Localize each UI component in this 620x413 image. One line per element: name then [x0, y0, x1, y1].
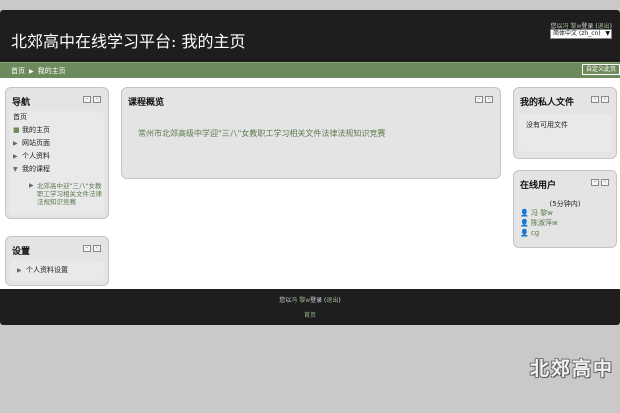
nav-item-label: 网站页面	[22, 139, 50, 147]
bullet-icon: ■	[13, 126, 20, 134]
expand-arrow-icon: ▶	[13, 153, 18, 160]
user-icon: 👤	[520, 229, 529, 237]
expand-arrow-icon: ▶	[29, 182, 34, 189]
user-icon: 👤	[520, 219, 529, 227]
customize-page-button[interactable]: 自定义此页	[582, 64, 620, 75]
nav-item-label: 个人资料	[22, 152, 50, 160]
page-header: 北郊高中在线学习平台: 我的主页 您以冯 黎w登录 (退出) 简体中文 (zh_…	[0, 10, 620, 62]
footer-login-mid: 登录 (	[310, 297, 327, 304]
dock-icon[interactable]: ‹	[485, 96, 493, 103]
online-user-name: 冯 黎w	[530, 209, 553, 217]
watermark: 北郊高中	[529, 358, 614, 380]
page-footer: 您以冯 黎w登录 (退出) 首页	[0, 289, 620, 325]
collapse-arrow-icon: ▼	[13, 166, 18, 173]
online-user-name: cg	[530, 229, 540, 237]
course-overview-title: 课程概览	[128, 98, 165, 108]
expand-arrow-icon: ▶	[17, 267, 22, 274]
dock-icon[interactable]: ‹	[93, 245, 101, 252]
nav-item-home[interactable]: 首页	[10, 111, 104, 124]
private-files-content: 没有可用文件	[518, 114, 612, 152]
nav-item-profile[interactable]: ▶ 个人资料	[10, 150, 104, 163]
minimize-icon[interactable]: –	[591, 179, 599, 186]
footer-login-suffix: )	[338, 297, 341, 304]
block-controls: – ‹	[591, 96, 609, 103]
block-controls: – ‹	[83, 96, 101, 103]
settings-list: ▶ 个人资料设置	[10, 261, 104, 274]
nav-item-my-courses[interactable]: ▼ 我的课程	[10, 163, 104, 176]
site-title: 北郊高中在线学习平台: 我的主页	[11, 32, 246, 51]
online-user-name: 陈淑萍w	[530, 219, 558, 227]
user-icon: 👤	[520, 209, 529, 217]
expand-arrow-icon: ▶	[13, 140, 18, 147]
minimize-icon[interactable]: –	[591, 96, 599, 103]
private-files-block: 我的私人文件 – ‹ 没有可用文件	[513, 87, 617, 159]
nav-course-link[interactable]: 北郊高中迎"三八"女教职工学习相关文件法律法规知识竞赛	[37, 182, 107, 206]
block-controls: – ‹	[591, 179, 609, 186]
private-files-title: 我的私人文件	[520, 98, 575, 108]
footer-login-info: 您以冯 黎w登录 (退出)	[0, 295, 620, 304]
dock-icon[interactable]: ‹	[601, 96, 609, 103]
minimize-icon[interactable]: –	[475, 96, 483, 103]
navigation-block-title: 导航	[12, 98, 31, 108]
dock-icon[interactable]: ‹	[93, 96, 101, 103]
breadcrumb-home-link[interactable]: 首页	[11, 67, 25, 75]
navigation-content: 首页 ■ 我的主页 ▶ 网站页面 ▶ 个人资料 ▼ 我的课程 ▶ 北郊高中迎"三八"女教…	[10, 111, 104, 215]
footer-login-prefix: 您以	[279, 297, 292, 304]
online-users-list: 👤 冯 黎w 👤 陈淑萍w 👤 cg	[520, 208, 558, 238]
settings-item-label: 个人资料设置	[26, 266, 68, 274]
nav-item-label: 我的课程	[22, 165, 50, 173]
footer-home-link[interactable]: 首页	[0, 310, 620, 319]
minimize-icon[interactable]: –	[83, 245, 91, 252]
no-files-text: 没有可用文件	[526, 121, 568, 129]
navigation-block: 导航 – ‹ 首页 ■ 我的主页 ▶ 网站页面 ▶ 个人资料 ▼ 我的课程 ▶ 北郊高中…	[5, 87, 109, 219]
breadcrumb: 首页 ▶ 我的主页	[11, 66, 66, 76]
nav-item-label: 我的主页	[22, 126, 50, 134]
online-user[interactable]: 👤 冯 黎w	[520, 208, 558, 218]
settings-block-title: 设置	[12, 247, 31, 257]
settings-block: 设置 – ‹ ▶ 个人资料设置	[5, 236, 109, 286]
online-users-block: 在线用户 – ‹ (5分钟内) 👤 冯 黎w 👤 陈淑萍w 👤 cg	[513, 170, 617, 248]
page-frame: 北郊高中在线学习平台: 我的主页 您以冯 黎w登录 (退出) 简体中文 (zh_…	[0, 10, 620, 325]
navigation-list: 首页 ■ 我的主页 ▶ 网站页面 ▶ 个人资料 ▼ 我的课程	[10, 111, 104, 176]
breadcrumb-current[interactable]: 我的主页	[38, 67, 66, 75]
settings-profile-item[interactable]: ▶ 个人资料设置	[10, 264, 104, 277]
breadcrumb-separator-icon: ▶	[29, 68, 34, 75]
online-user[interactable]: 👤 陈淑萍w	[520, 218, 558, 228]
online-users-title: 在线用户	[520, 181, 557, 191]
block-controls: – ‹	[83, 245, 101, 252]
course-overview-block: 课程概览 – ‹ 常州市北郊高级中学迎"三八"女教职工学习相关文件法律法规知识竞…	[121, 87, 501, 179]
online-user[interactable]: 👤 cg	[520, 228, 558, 238]
nav-item-site-pages[interactable]: ▶ 网站页面	[10, 137, 104, 150]
minimize-icon[interactable]: –	[83, 96, 91, 103]
language-select[interactable]: 简体中文 (zh_cn) ▼	[550, 29, 612, 39]
chevron-down-icon: ▼	[605, 30, 610, 37]
dock-icon[interactable]: ‹	[601, 179, 609, 186]
block-controls: – ‹	[475, 96, 493, 103]
settings-content: ▶ 个人资料设置	[10, 261, 104, 281]
footer-user-link[interactable]: 冯 黎w	[291, 297, 310, 304]
nav-item-my-home[interactable]: ■ 我的主页	[10, 124, 104, 137]
language-value: 简体中文 (zh_cn)	[553, 30, 601, 37]
footer-logout-link[interactable]: 退出	[326, 297, 338, 304]
navbar: 首页 ▶ 我的主页 自定义此页	[0, 62, 620, 78]
course-title-link[interactable]: 常州市北郊高级中学迎"三八"女教职工学习相关文件法律法规知识竞赛	[138, 128, 385, 139]
